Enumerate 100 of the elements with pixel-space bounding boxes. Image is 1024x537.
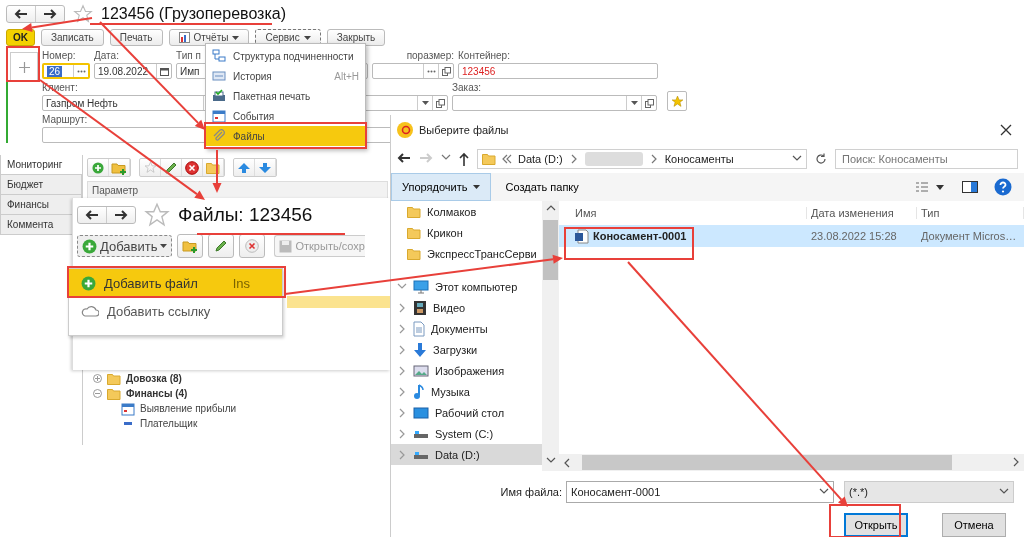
column-header[interactable]: Дата изменения bbox=[807, 207, 917, 219]
delete-button[interactable] bbox=[182, 159, 203, 176]
collapse-icon[interactable] bbox=[93, 389, 102, 398]
caret-icon bbox=[473, 185, 481, 189]
scrollbar[interactable] bbox=[542, 201, 559, 471]
open-button[interactable] bbox=[432, 96, 447, 110]
column-header[interactable]: Тип bbox=[917, 207, 1024, 219]
side-tab[interactable]: Мониторинг bbox=[0, 155, 82, 175]
dialog-button[interactable]: Открыть bbox=[844, 513, 908, 537]
scroll-thumb[interactable] bbox=[582, 455, 952, 470]
nav-item[interactable]: Рабочий стол bbox=[391, 402, 542, 423]
back-button[interactable] bbox=[397, 153, 411, 165]
organize-button[interactable]: Упорядочить bbox=[391, 173, 492, 201]
toolbar-button[interactable]: OK bbox=[6, 29, 35, 46]
ellipsis-icon bbox=[426, 69, 436, 73]
copy-icon bbox=[644, 98, 654, 108]
input-field[interactable]: 19.08.2022 bbox=[94, 63, 172, 79]
new-folder-button[interactable]: Создать папку bbox=[493, 181, 591, 193]
tree-item[interactable]: Выявление прибыли bbox=[93, 402, 388, 415]
preview-pane-icon[interactable] bbox=[962, 181, 978, 193]
nav-item[interactable]: Документы bbox=[391, 318, 542, 339]
dropdown-button[interactable] bbox=[417, 96, 432, 110]
folder-button[interactable] bbox=[203, 159, 224, 176]
input-field[interactable] bbox=[372, 63, 454, 79]
menu-item[interactable]: Структура подчиненности bbox=[206, 46, 365, 66]
chevron-icon bbox=[1011, 456, 1021, 467]
expand-icon bbox=[397, 428, 407, 439]
nav-item[interactable]: Крикон bbox=[391, 222, 542, 243]
file-type-dropdown[interactable]: (*.*) bbox=[844, 481, 1014, 503]
nav-item[interactable]: Колмаков bbox=[391, 201, 542, 222]
toolbar-button[interactable]: Записать bbox=[41, 29, 104, 46]
open-button[interactable] bbox=[438, 64, 453, 78]
nav-item[interactable]: Музыка bbox=[391, 381, 542, 402]
expand-icon bbox=[397, 386, 407, 397]
input-field[interactable]: 26 bbox=[42, 63, 90, 79]
scroll-thumb[interactable] bbox=[543, 220, 558, 280]
side-tab[interactable]: Бюджет bbox=[0, 175, 82, 195]
expand-icon[interactable] bbox=[93, 374, 102, 383]
star-icon[interactable] bbox=[73, 4, 93, 24]
calendar-button[interactable] bbox=[156, 64, 171, 78]
down-arrow-icon bbox=[413, 341, 427, 358]
menu-item[interactable]: Добавить ссылку bbox=[69, 297, 282, 325]
menu-item[interactable]: Добавить файл Ins bbox=[69, 269, 282, 297]
open-button[interactable] bbox=[641, 96, 656, 110]
up-arrow-icon[interactable] bbox=[459, 152, 469, 166]
dropdown-button[interactable] bbox=[626, 96, 641, 110]
star-icon[interactable] bbox=[143, 161, 157, 174]
tree-item[interactable]: Финансы (4) bbox=[93, 387, 388, 400]
add-picture-button[interactable] bbox=[10, 52, 38, 82]
view-options-icon[interactable] bbox=[916, 181, 946, 193]
menu-item[interactable]: История Alt+H bbox=[206, 66, 365, 86]
nav-item[interactable]: Data (D:) bbox=[391, 444, 542, 465]
input-field[interactable]: 123456 bbox=[458, 63, 658, 79]
menu-item[interactable]: Файлы bbox=[206, 126, 365, 146]
filename-field[interactable]: Коносамент-0001 bbox=[566, 481, 834, 503]
cloud-icon bbox=[81, 305, 99, 317]
edit-button[interactable] bbox=[208, 234, 235, 258]
add-folder-icon bbox=[182, 239, 199, 253]
add-button[interactable]: Добавить bbox=[77, 235, 173, 257]
path-segment[interactable]: Коносаменты bbox=[664, 153, 734, 165]
nav-item[interactable]: Загрузки bbox=[391, 339, 542, 360]
annotation-arrow bbox=[22, 17, 93, 32]
nav-item[interactable]: Этот компьютер bbox=[391, 276, 542, 297]
nav-item[interactable]: Видео bbox=[391, 297, 542, 318]
horizontal-scrollbar[interactable] bbox=[559, 454, 1024, 471]
dialog-button[interactable]: Отмена bbox=[942, 513, 1006, 537]
caret-icon bbox=[421, 101, 429, 105]
address-bar[interactable]: Data (D:) Коносаменты bbox=[477, 149, 807, 169]
refresh-icon[interactable] bbox=[815, 153, 827, 165]
expand-icon bbox=[397, 344, 407, 355]
folder-icon bbox=[206, 161, 220, 174]
search-field[interactable]: Поиск: Коносаменты bbox=[835, 149, 1018, 169]
window-title: Файлы: 123456 bbox=[178, 204, 313, 226]
input-field[interactable] bbox=[452, 95, 657, 111]
field-label: Номер: bbox=[42, 50, 76, 62]
folder-icon bbox=[407, 226, 421, 239]
nav-item[interactable]: System (C:) bbox=[391, 423, 542, 444]
expand-icon bbox=[397, 449, 407, 460]
star-icon bbox=[670, 94, 684, 108]
tree-item[interactable]: Довозка (8) bbox=[93, 372, 388, 385]
add-folder-button[interactable] bbox=[177, 234, 204, 258]
calendar-icon bbox=[159, 66, 169, 76]
add-folder-button[interactable] bbox=[109, 159, 130, 176]
side-tab[interactable]: Финансы bbox=[0, 195, 82, 215]
path-segment[interactable]: Data (D:) bbox=[518, 153, 563, 165]
delete-button[interactable] bbox=[239, 234, 266, 258]
nav-item[interactable]: Изображения bbox=[391, 360, 542, 381]
file-row[interactable]: Коносамент-0001 23.08.2022 15:28 Документ Micros… bbox=[559, 225, 1024, 247]
column-header[interactable]: Имя bbox=[571, 207, 807, 219]
document-icon bbox=[413, 320, 425, 337]
star-icon[interactable] bbox=[144, 202, 170, 228]
help-icon[interactable] bbox=[994, 178, 1012, 196]
forward-arrow-icon bbox=[43, 9, 57, 19]
plus-icon bbox=[18, 61, 30, 73]
nav-item[interactable]: ЭкспрессТрансСерви bbox=[391, 243, 542, 264]
field-label: Контейнер: bbox=[458, 50, 510, 62]
tree-item[interactable]: Плательщик bbox=[93, 417, 388, 430]
toolbar-button[interactable]: Печать bbox=[109, 29, 163, 46]
copy-icon bbox=[441, 66, 451, 76]
expand-icon bbox=[397, 323, 407, 334]
